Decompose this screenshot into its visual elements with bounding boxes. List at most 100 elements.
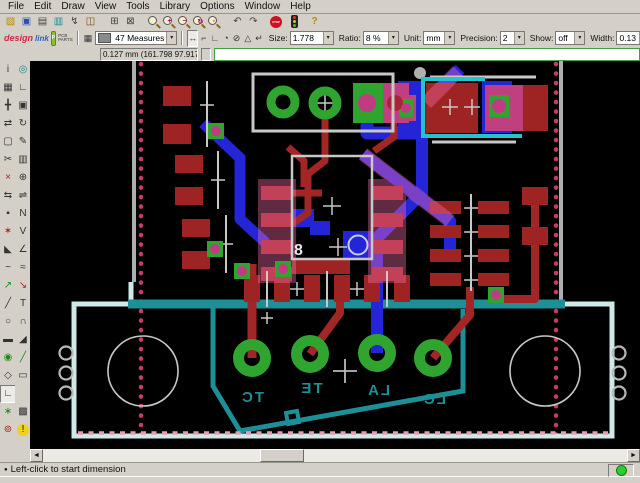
group-tool[interactable]: ▢ (0, 133, 16, 151)
wire-tool[interactable]: ╱ (0, 295, 16, 313)
menu-window[interactable]: Window (240, 1, 286, 12)
size-select[interactable]: 1.778▾ (290, 31, 334, 45)
ratio-select[interactable]: 8 %▾ (363, 31, 399, 45)
menu-library[interactable]: Library (155, 1, 196, 12)
name-tool[interactable]: N (15, 205, 31, 223)
scroll-track[interactable] (43, 449, 627, 462)
miter-tool[interactable]: ◣ (0, 241, 16, 259)
ratsnest-tool[interactable]: ∗ (0, 403, 16, 421)
dim-leader-button[interactable]: ↵ (254, 30, 264, 47)
scroll-thumb[interactable] (260, 449, 304, 462)
pcb-drawing: TC TE LA LC 8 (30, 61, 640, 449)
label-lc: LC (422, 391, 446, 408)
library-icon[interactable]: ◫ (83, 15, 98, 28)
schematic-window-icon[interactable]: ⊠ (123, 15, 138, 28)
arc-tool[interactable]: ∩ (15, 313, 31, 331)
cut-tool[interactable]: ✂ (0, 151, 16, 169)
dim-angle-button[interactable]: △ (243, 30, 252, 47)
help-icon[interactable]: ? (307, 15, 322, 28)
circle-tool[interactable]: ○ (0, 313, 16, 331)
scroll-left-button[interactable]: ◄ (30, 449, 43, 462)
undo-icon[interactable]: ↶ (230, 15, 245, 28)
dim-vertical-button[interactable]: ∟ (210, 30, 221, 47)
show-select[interactable]: off▾ (555, 31, 585, 45)
errors-tool[interactable]: ! (15, 421, 31, 439)
menu-file[interactable]: File (3, 1, 29, 12)
zoom-fit-icon[interactable] (147, 15, 161, 28)
open-icon[interactable]: ▨ (3, 15, 18, 28)
mark-tool[interactable]: ∟ (15, 79, 31, 97)
optimize-tool[interactable]: ~ (0, 259, 16, 277)
run-script-icon[interactable]: ↯ (67, 15, 82, 28)
mirror-tool[interactable]: ⇄ (0, 115, 16, 133)
traffic-light-icon[interactable] (291, 15, 298, 28)
redo-icon[interactable]: ↷ (246, 15, 261, 28)
grid-icon[interactable]: ▦ (83, 30, 94, 47)
pinswap-tool[interactable]: ⇆ (0, 187, 16, 205)
menu-view[interactable]: View (90, 1, 122, 12)
menu-bar: File Edit Draw View Tools Library Option… (0, 0, 640, 14)
signal-tool[interactable]: ╱ (15, 349, 31, 367)
add-tool[interactable]: ⊕ (15, 169, 31, 187)
layer-select[interactable]: 47 Measures ▾ (95, 31, 177, 45)
menu-tools[interactable]: Tools (121, 1, 154, 12)
board-window-icon[interactable]: ⊞ (107, 15, 122, 28)
paste-tool[interactable]: ▥ (15, 151, 31, 169)
stop-icon[interactable]: STOP (270, 16, 282, 28)
via-tool[interactable]: ◉ (0, 349, 16, 367)
replace-tool[interactable]: ⇌ (15, 187, 31, 205)
lock-tool[interactable]: ▪ (0, 205, 16, 223)
ripup-tool[interactable]: ↘ (15, 277, 31, 295)
drc-tool[interactable]: ⊚ (0, 421, 16, 439)
menu-draw[interactable]: Draw (56, 1, 89, 12)
change-tool[interactable]: ✎ (15, 133, 31, 151)
chevron-down-icon[interactable]: ▾ (166, 32, 176, 44)
hole-tool[interactable]: ◇ (0, 367, 16, 385)
zoom-out-icon[interactable]: − (177, 15, 191, 28)
route-tool[interactable]: ↗ (0, 277, 16, 295)
unit-select[interactable]: mm▾ (423, 31, 455, 45)
rect-tool[interactable]: ▬ (0, 331, 16, 349)
polygon-tool[interactable]: ◢ (15, 331, 31, 349)
precision-select[interactable]: 2▾ (500, 31, 525, 45)
save-icon[interactable]: ▣ (19, 15, 34, 28)
layer-swatch (98, 33, 111, 43)
edge-holes (60, 347, 626, 400)
value-tool[interactable]: V (15, 223, 31, 241)
show-tool[interactable]: ◎ (15, 61, 31, 79)
dim-diameter-button[interactable]: ⊘ (232, 30, 242, 47)
command-input[interactable] (214, 48, 640, 61)
info-tool[interactable]: i (0, 61, 16, 79)
copy-tool[interactable]: ▣ (15, 97, 31, 115)
delete-tool[interactable]: × (0, 169, 16, 187)
menu-help[interactable]: Help (285, 1, 316, 12)
unit-label: Unit: (404, 33, 421, 43)
scroll-right-button[interactable]: ► (627, 449, 640, 462)
display-layers-tool[interactable]: ▦ (0, 79, 16, 97)
rotate-tool[interactable]: ↻ (15, 115, 31, 133)
menu-options[interactable]: Options (195, 1, 239, 12)
menu-edit[interactable]: Edit (29, 1, 56, 12)
dim-parallel-button[interactable]: ↔ (187, 30, 198, 47)
width-select[interactable]: 0.13▾ (616, 31, 640, 45)
move-tool[interactable]: ╋ (0, 97, 16, 115)
zoom-redraw-icon[interactable]: ↻ (192, 15, 206, 28)
dim-radius-button[interactable]: ◔ (222, 30, 229, 47)
dim-horizontal-button[interactable]: ⌐ (200, 30, 207, 47)
pad-tool[interactable]: ▭ (15, 367, 31, 385)
text-tool[interactable]: T (15, 295, 31, 313)
auto-router-tool[interactable]: ▩ (15, 403, 31, 421)
pcb-canvas[interactable]: TC TE LA LC 8 (30, 61, 640, 449)
main-toolbar: ▨ ▣ ▤ ▥ ↯ ◫ ⊞ ⊠ + − ↻ ▫ ↶ ↷ STOP ? (0, 14, 640, 29)
zoom-select-icon[interactable]: ▫ (207, 15, 221, 28)
split-tool[interactable]: ∠ (15, 241, 31, 259)
dimension-tool[interactable]: ∟ (0, 385, 16, 403)
print-icon[interactable]: ▤ (35, 15, 50, 28)
cam-processor-icon[interactable]: ▥ (51, 15, 66, 28)
horizontal-scrollbar[interactable]: ◄ ► (0, 449, 640, 462)
label-te: TE (299, 380, 322, 397)
smash-tool[interactable]: ✶ (0, 223, 16, 241)
zoom-in-icon[interactable]: + (162, 15, 176, 28)
status-message: Left-click to start dimension (11, 464, 126, 475)
meander-tool[interactable]: ≈ (15, 259, 31, 277)
